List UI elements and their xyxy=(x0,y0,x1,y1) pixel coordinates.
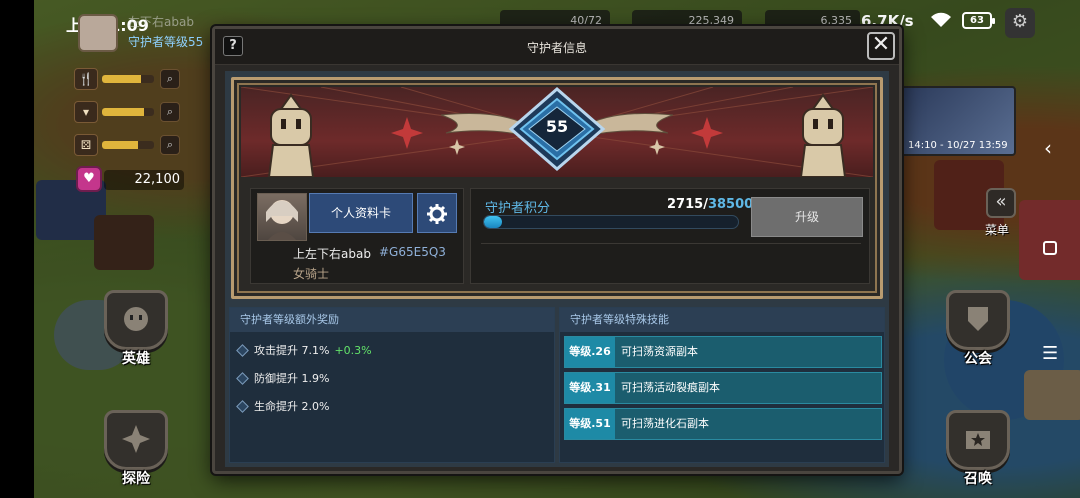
fork-icon: 🍴 xyxy=(74,68,98,90)
hero-emblem-icon xyxy=(104,290,168,350)
battery-icon: 63 xyxy=(962,12,995,29)
points-current: 2715 xyxy=(667,197,704,212)
hero-button[interactable]: 英雄 xyxy=(96,290,176,370)
skill-level: 等级.31 xyxy=(565,373,615,403)
skill-item: 等级.51 可扫荡进化石副本 xyxy=(564,408,882,440)
cup-icon: ▾ xyxy=(74,101,98,123)
skill-item: 等级.26 可扫荡资源副本 xyxy=(564,336,882,368)
bonus-item: 生命提升 2.0% xyxy=(236,398,334,414)
guild-emblem-icon xyxy=(946,290,1010,350)
menu-button[interactable]: « xyxy=(986,188,1016,218)
bonus-item: 攻击提升 7.1% +0.3% xyxy=(236,342,372,358)
player-class: 女骑士 xyxy=(293,267,330,281)
magnifier-icon[interactable]: ⌕ xyxy=(160,135,180,155)
diamond-icon xyxy=(236,400,249,413)
progress-fill xyxy=(484,216,502,228)
player-portrait[interactable] xyxy=(257,193,307,241)
bonus-panel-title: 守护者等级额外奖励 xyxy=(230,308,554,332)
event-time-range: 14:10 - 10/27 13:59 xyxy=(908,140,1008,151)
resource-bar xyxy=(102,108,154,116)
guardian-info-dialog: ? 守护者信息 ✕ 55 个人资料卡 上左下右abab #G65E5Q3 女骑士… xyxy=(212,26,902,474)
divider xyxy=(481,243,861,244)
dice-icon: ⚄ xyxy=(74,134,98,156)
dialog-title: 守护者信息 xyxy=(526,41,587,55)
close-button[interactable]: ✕ xyxy=(867,32,895,60)
nav-home-icon[interactable] xyxy=(1043,241,1057,255)
summon-label: 召唤 xyxy=(964,471,992,487)
magnifier-icon[interactable]: ⌕ xyxy=(160,69,180,89)
hud-guardian-level: 守护者等级55 xyxy=(128,35,204,49)
hud-resource-drink[interactable]: ▾ ⌕ xyxy=(74,101,184,123)
mascot-right-icon xyxy=(799,93,847,177)
player-id: #G65E5Q3 xyxy=(379,245,446,259)
guardian-level-number: 55 xyxy=(545,117,569,136)
summon-button[interactable]: 召唤 xyxy=(938,410,1018,490)
profile-settings-button[interactable] xyxy=(417,193,457,233)
guardian-points-box: 守护者积分 2715/38500 升级 xyxy=(470,188,870,284)
nav-menu-icon[interactable]: ☰ xyxy=(1042,343,1058,364)
resource-bar xyxy=(102,141,154,149)
settings-gear-icon[interactable]: ⚙ xyxy=(1005,8,1035,38)
bonus-panel: 守护者等级额外奖励 攻击提升 7.1% +0.3% 防御提升 1.9% 生命提升 … xyxy=(229,307,555,463)
hud-player-name: 左下右abab xyxy=(128,15,194,29)
mascot-left-icon xyxy=(267,93,315,177)
explore-label: 探险 xyxy=(122,471,150,487)
explore-emblem-icon xyxy=(104,410,168,470)
profile-card-button[interactable]: 个人资料卡 xyxy=(309,193,413,233)
skill-description: 可扫荡进化石副本 xyxy=(621,417,709,430)
gear-icon xyxy=(427,203,447,224)
guardian-banner: 55 xyxy=(241,87,873,177)
dialog-header: ? 守护者信息 ✕ xyxy=(215,29,899,65)
skill-description: 可扫荡资源副本 xyxy=(621,345,698,358)
points-max: 38500 xyxy=(707,197,754,212)
hud-resource-dice[interactable]: ⚄ ⌕ xyxy=(74,134,184,156)
resource-bar xyxy=(102,75,154,83)
bonus-item: 防御提升 1.9% xyxy=(236,370,334,386)
skill-level: 等级.26 xyxy=(565,337,615,367)
event-banner[interactable]: 14:10 - 10/27 13:59 xyxy=(900,86,1016,156)
upgrade-button[interactable]: 升级 xyxy=(751,197,863,237)
hud-resource-food[interactable]: 🍴 ⌕ xyxy=(74,68,184,90)
diamond-icon xyxy=(236,344,249,357)
guardian-points-value: 2715/38500 xyxy=(667,197,754,212)
nav-back-icon[interactable]: ‹ xyxy=(1044,136,1052,160)
explore-button[interactable]: 探险 xyxy=(96,410,176,490)
hero-label: 英雄 xyxy=(122,351,150,367)
profile-box: 个人资料卡 上左下右abab #G65E5Q3 女骑士 xyxy=(250,188,464,284)
player-name: 上左下右abab xyxy=(293,247,371,261)
skills-panel-title: 守护者等级特殊技能 xyxy=(560,308,884,332)
skill-item: 等级.31 可扫荡活动裂痕副本 xyxy=(564,372,882,404)
diamond-icon xyxy=(236,372,249,385)
dialog-body: 55 个人资料卡 上左下右abab #G65E5Q3 女骑士 守护者积分 271… xyxy=(225,71,889,467)
guild-label: 公会 xyxy=(964,351,992,367)
heart-gem-icon: ♥ xyxy=(76,166,102,192)
player-avatar[interactable] xyxy=(78,14,118,52)
guardian-points-progress-bar xyxy=(483,215,739,229)
guardian-points-label: 守护者积分 xyxy=(485,201,551,216)
skills-panel: 守护者等级特殊技能 等级.26 可扫荡资源副本 等级.31 可扫荡活动裂痕副本 … xyxy=(559,307,885,463)
skill-level: 等级.51 xyxy=(565,409,615,439)
menu-label: 菜单 xyxy=(985,223,1010,237)
guild-button[interactable]: 公会 xyxy=(938,290,1018,370)
summon-emblem-icon xyxy=(946,410,1010,470)
hud-gem-count: 22,100 xyxy=(104,170,184,190)
guardian-summary-panel: 55 个人资料卡 上左下右abab #G65E5Q3 女骑士 守护者积分 271… xyxy=(231,77,883,299)
wifi-icon xyxy=(928,11,954,33)
magnifier-icon[interactable]: ⌕ xyxy=(160,102,180,122)
skill-description: 可扫荡活动裂痕副本 xyxy=(621,381,720,394)
